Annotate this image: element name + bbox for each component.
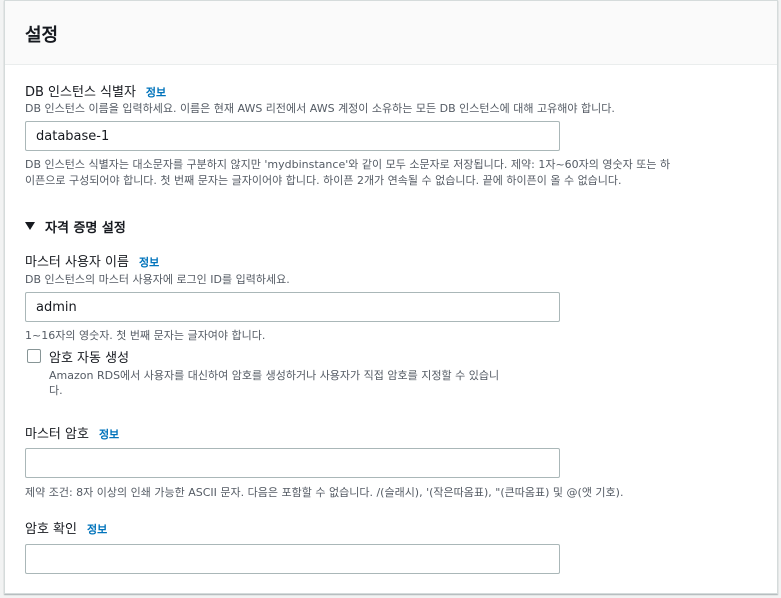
master-username-info-link[interactable]: 정보 — [139, 256, 159, 269]
master-password-constraint: 제약 조건: 8자 이상의 인쇄 가능한 ASCII 문자. 다음은 포함할 수… — [25, 486, 624, 499]
auto-generate-password-description-line2: 다. — [49, 384, 63, 397]
db-identifier-label-row: DB 인스턴스 식별자 정보 — [25, 81, 166, 100]
master-password-label: 마스터 암호 — [25, 427, 89, 442]
confirm-password-info-link[interactable]: 정보 — [87, 523, 107, 536]
panel-header: 설정 — [5, 1, 777, 65]
db-identifier-info-link[interactable]: 정보 — [146, 86, 166, 99]
credentials-section-title: 자격 증명 설정 — [45, 220, 126, 236]
master-username-description: DB 인스턴스의 마스터 사용자에 로그인 ID를 입력하세요. — [25, 273, 290, 286]
panel-title: 설정 — [25, 25, 59, 46]
db-identifier-constraint-line2: 이픈으로 구성되어야 합니다. 첫 번째 문자는 글자이어야 합니다. 하이픈 … — [25, 174, 622, 187]
confirm-password-input[interactable] — [25, 544, 560, 574]
master-password-info-link[interactable]: 정보 — [99, 428, 119, 441]
db-identifier-constraint-line1: DB 인스턴스 식별자는 대소문자를 구분하지 않지만 'mydbinstanc… — [25, 158, 671, 171]
auto-generate-password-checkbox[interactable] — [27, 349, 41, 363]
confirm-password-label-row: 암호 확인 정보 — [25, 518, 107, 537]
master-password-label-row: 마스터 암호 정보 — [25, 423, 119, 442]
caret-down-icon — [25, 222, 35, 230]
master-username-constraint: 1~16자의 영숫자. 첫 번째 문자는 글자여야 합니다. — [25, 329, 266, 342]
settings-panel: 설정 DB 인스턴스 식별자 정보 DB 인스턴스 이름을 입력하세요. 이름은 … — [4, 0, 778, 594]
master-password-input[interactable] — [25, 448, 560, 478]
master-username-label: 마스터 사용자 이름 — [25, 255, 129, 270]
auto-generate-password-description-line1: Amazon RDS에서 사용자를 대신하여 암호를 생성하거나 사용자가 직접… — [49, 369, 500, 382]
db-identifier-label: DB 인스턴스 식별자 — [25, 85, 136, 100]
db-identifier-description: DB 인스턴스 이름을 입력하세요. 이름은 현재 AWS 리전에서 AWS 계… — [25, 102, 615, 115]
confirm-password-label: 암호 확인 — [25, 522, 77, 537]
auto-generate-password-label[interactable]: 암호 자동 생성 — [49, 347, 129, 366]
credentials-section-toggle[interactable]: 자격 증명 설정 — [25, 217, 126, 236]
db-identifier-input[interactable] — [25, 121, 560, 151]
master-username-label-row: 마스터 사용자 이름 정보 — [25, 251, 159, 270]
master-username-input[interactable] — [25, 292, 560, 322]
